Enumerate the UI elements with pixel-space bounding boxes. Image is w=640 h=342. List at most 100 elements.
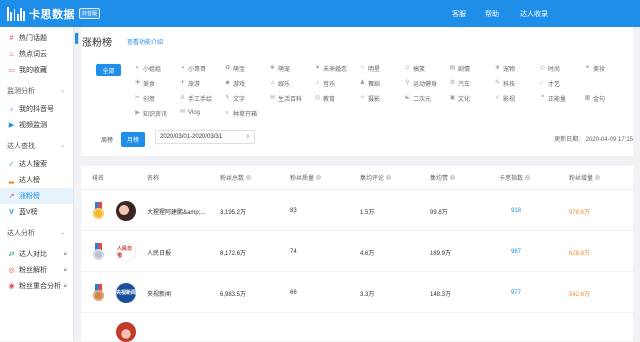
category-item[interactable]: ▤ 剧情: [449, 64, 470, 73]
sidebar-item-compare[interactable]: ⇄ 达人对比 🔒︎: [0, 246, 73, 262]
category-item[interactable]: ◇ 时尚: [539, 64, 560, 73]
avatar[interactable]: [116, 201, 136, 221]
category-item[interactable]: ❦ 宠物: [494, 64, 515, 73]
category-item[interactable]: ▶ 知识资讯: [134, 109, 167, 118]
silver-medal-icon: [92, 243, 105, 261]
sidebar-section-search[interactable]: 达人查找 ⌄: [0, 138, 73, 153]
nav-influencer-submit[interactable]: 达人收录: [520, 9, 548, 19]
category-item[interactable]: ▦ 金句: [584, 94, 605, 103]
category-label: 未来婚恋: [323, 67, 348, 73]
table-row[interactable]: 大猩猩阿建鹏&amp;... 3,195.2万 83 1.5万 99.8万 91…: [81, 191, 633, 231]
sidebar-item-fans-overlap[interactable]: ◉ 粉丝重合分析 🔒︎: [0, 278, 73, 294]
category-item[interactable]: ✓ 影视: [494, 94, 515, 103]
category-item[interactable]: ◎ 教育: [314, 94, 335, 103]
category-item[interactable]: ♩ 才艺: [539, 79, 561, 88]
category-item[interactable]: ♪ 音乐: [314, 79, 335, 88]
category-item[interactable]: ❝ 正能量: [539, 94, 566, 103]
category-item[interactable]: ☺ 搞笑: [404, 64, 425, 73]
category-label: 明星: [368, 67, 381, 73]
category-item[interactable]: ⚙ 汽车: [449, 79, 470, 88]
category-icon: ❝: [540, 95, 545, 101]
col-avg-comments[interactable]: 集均评论?: [360, 173, 392, 182]
sidebar-item-influencer-rank[interactable]: ▂ 达人榜: [0, 172, 73, 188]
influencer-name[interactable]: 大猩猩阿建鹏&amp;...: [147, 191, 205, 231]
sidebar-item-label: 达人榜: [19, 177, 40, 184]
avg-likes: 189.9万: [430, 250, 452, 257]
table-row[interactable]: 人民日报 人民日报 8,172.6万 74 4.6万 189.9万 987 62…: [81, 232, 633, 272]
category-item[interactable]: ♟ 舞蹈: [359, 79, 380, 88]
col-label: 粉丝质量: [290, 176, 315, 182]
tab-week[interactable]: 周榜: [101, 135, 113, 144]
category-item[interactable]: ✿ 萌宝: [224, 64, 245, 73]
category-item[interactable]: ✎ 文字: [224, 94, 245, 103]
avatar[interactable]: 人民日报: [116, 242, 136, 262]
nav-customer-service[interactable]: 客服: [452, 9, 466, 19]
category-item[interactable]: ✎ 科技: [494, 79, 515, 88]
sidebar: # 热门话题 ♨ 热点词云 ▭ 我的收藏 监测分析 ⌄ ♪ 我的抖音号 ▶ 视频…: [0, 27, 74, 341]
table-row[interactable]: [81, 314, 633, 342]
category-item[interactable]: ◐ 小姐姐: [134, 64, 161, 73]
category-label: 剧情: [458, 67, 471, 73]
nav-help[interactable]: 帮助: [485, 9, 499, 19]
category-item[interactable]: ✈ 旅游: [179, 79, 200, 88]
help-icon: ?: [450, 175, 456, 180]
sidebar-item-fans-analysis[interactable]: ◎ 粉丝解析 🔒︎: [0, 262, 73, 278]
table-row[interactable]: 央视新闻 央视新闻 6,983.5万 66 3.3万 148.3万 977 54…: [81, 273, 633, 313]
category-item[interactable]: ♫ 娱乐: [269, 79, 290, 88]
help-icon: ?: [595, 175, 601, 180]
main-content: ▌ 涨粉榜 查看功能介绍 全部 ◐ 小姐姐 ◑ 小哥哥 ✿ 萌宝 ❀ 萌宠 ♥ 未来婚恋 ☆ 明星 ☺ 搞…: [75, 27, 640, 342]
category-item[interactable]: ✉ Vlog: [179, 109, 200, 116]
update-label: 更新日期:: [554, 137, 580, 143]
sidebar-item-my-douyin[interactable]: ♪ 我的抖音号: [0, 101, 73, 117]
category-icon: ✿: [224, 65, 231, 71]
category-item[interactable]: ◐ 种草开箱: [224, 109, 257, 118]
category-item[interactable]: ✧ 摄影: [359, 94, 380, 103]
category-label: 舞蹈: [368, 82, 381, 88]
category-label: 萌宝: [233, 67, 246, 73]
category-item[interactable]: ◆ 游戏: [224, 79, 245, 88]
fans-increase: 542.6万: [569, 291, 591, 298]
sidebar-item-favorites[interactable]: ▭ 我的收藏: [0, 62, 73, 78]
sidebar-item-fans-growth-rank[interactable]: ↗ 涨粉榜: [0, 188, 73, 204]
category-item[interactable]: ❀ 萌宠: [269, 64, 290, 73]
category-all-button[interactable]: 全部: [96, 64, 121, 76]
sidebar-item-hot-topics[interactable]: # 热门话题: [0, 30, 73, 46]
sidebar-item-word-cloud[interactable]: ♨ 热点词云: [0, 46, 73, 62]
date-range-select[interactable]: 2020/03/01-2020/03/31 ⇕: [155, 130, 255, 144]
col-fans-total[interactable]: 粉丝总数?: [220, 173, 252, 182]
avg-comments: 1.5万: [360, 209, 375, 216]
avatar[interactable]: [116, 322, 136, 342]
feature-intro-link[interactable]: 查看功能介绍: [127, 37, 163, 46]
category-label: 小姐姐: [143, 67, 162, 73]
sidebar-item-video-monitor[interactable]: ▶ 视频监测: [0, 117, 73, 133]
category-item[interactable]: ✉ 生活百科: [269, 94, 302, 103]
category-item[interactable]: ☆ 明星: [359, 64, 380, 73]
category-label: 文字: [233, 97, 246, 103]
category-icon: A: [180, 95, 185, 101]
tab-month[interactable]: 月榜: [121, 132, 146, 147]
category-item[interactable]: ⚲ 运动健身: [404, 79, 437, 88]
sidebar-item-influencer-search[interactable]: ✓ 达人搜索: [0, 156, 73, 172]
category-icon: ◆: [225, 80, 230, 86]
avatar[interactable]: 央视新闻: [116, 283, 136, 303]
sidebar-section-monitor[interactable]: 监测分析 ⌄: [0, 83, 73, 98]
col-fans-quality[interactable]: 粉丝质量?: [290, 173, 322, 182]
category-item[interactable]: ✂ 创意: [134, 94, 155, 103]
category-item[interactable]: ✚ 美食: [134, 79, 155, 88]
logo[interactable]: 卡思数据 抖音版: [7, 6, 101, 22]
influencer-name[interactable]: 人民日报: [147, 232, 171, 272]
category-item[interactable]: ☯ 二次元: [404, 94, 431, 103]
influencer-name[interactable]: 央视新闻: [147, 273, 171, 313]
category-label: 音乐: [323, 82, 336, 88]
category-item[interactable]: ♥ 未来婚恋: [314, 64, 347, 73]
col-kasi-index[interactable]: 卡思指数?: [499, 173, 531, 182]
col-avg-likes[interactable]: 集均赞?: [430, 173, 456, 182]
sidebar-section-analysis[interactable]: 达人分析 ⌄: [0, 225, 73, 240]
category-item[interactable]: ◑ 小哥哥: [179, 64, 206, 73]
category-item[interactable]: ▣ 文化: [449, 94, 470, 103]
category-item[interactable]: A 手工手绘: [179, 94, 212, 103]
sidebar-item-blue-v-rank[interactable]: V 蓝V榜: [0, 204, 73, 220]
col-fans-increase[interactable]: 粉丝增量?: [569, 173, 601, 182]
category-item[interactable]: ✦ 美妆: [584, 64, 605, 73]
sidebar-item-label: 粉丝解析: [19, 267, 47, 274]
